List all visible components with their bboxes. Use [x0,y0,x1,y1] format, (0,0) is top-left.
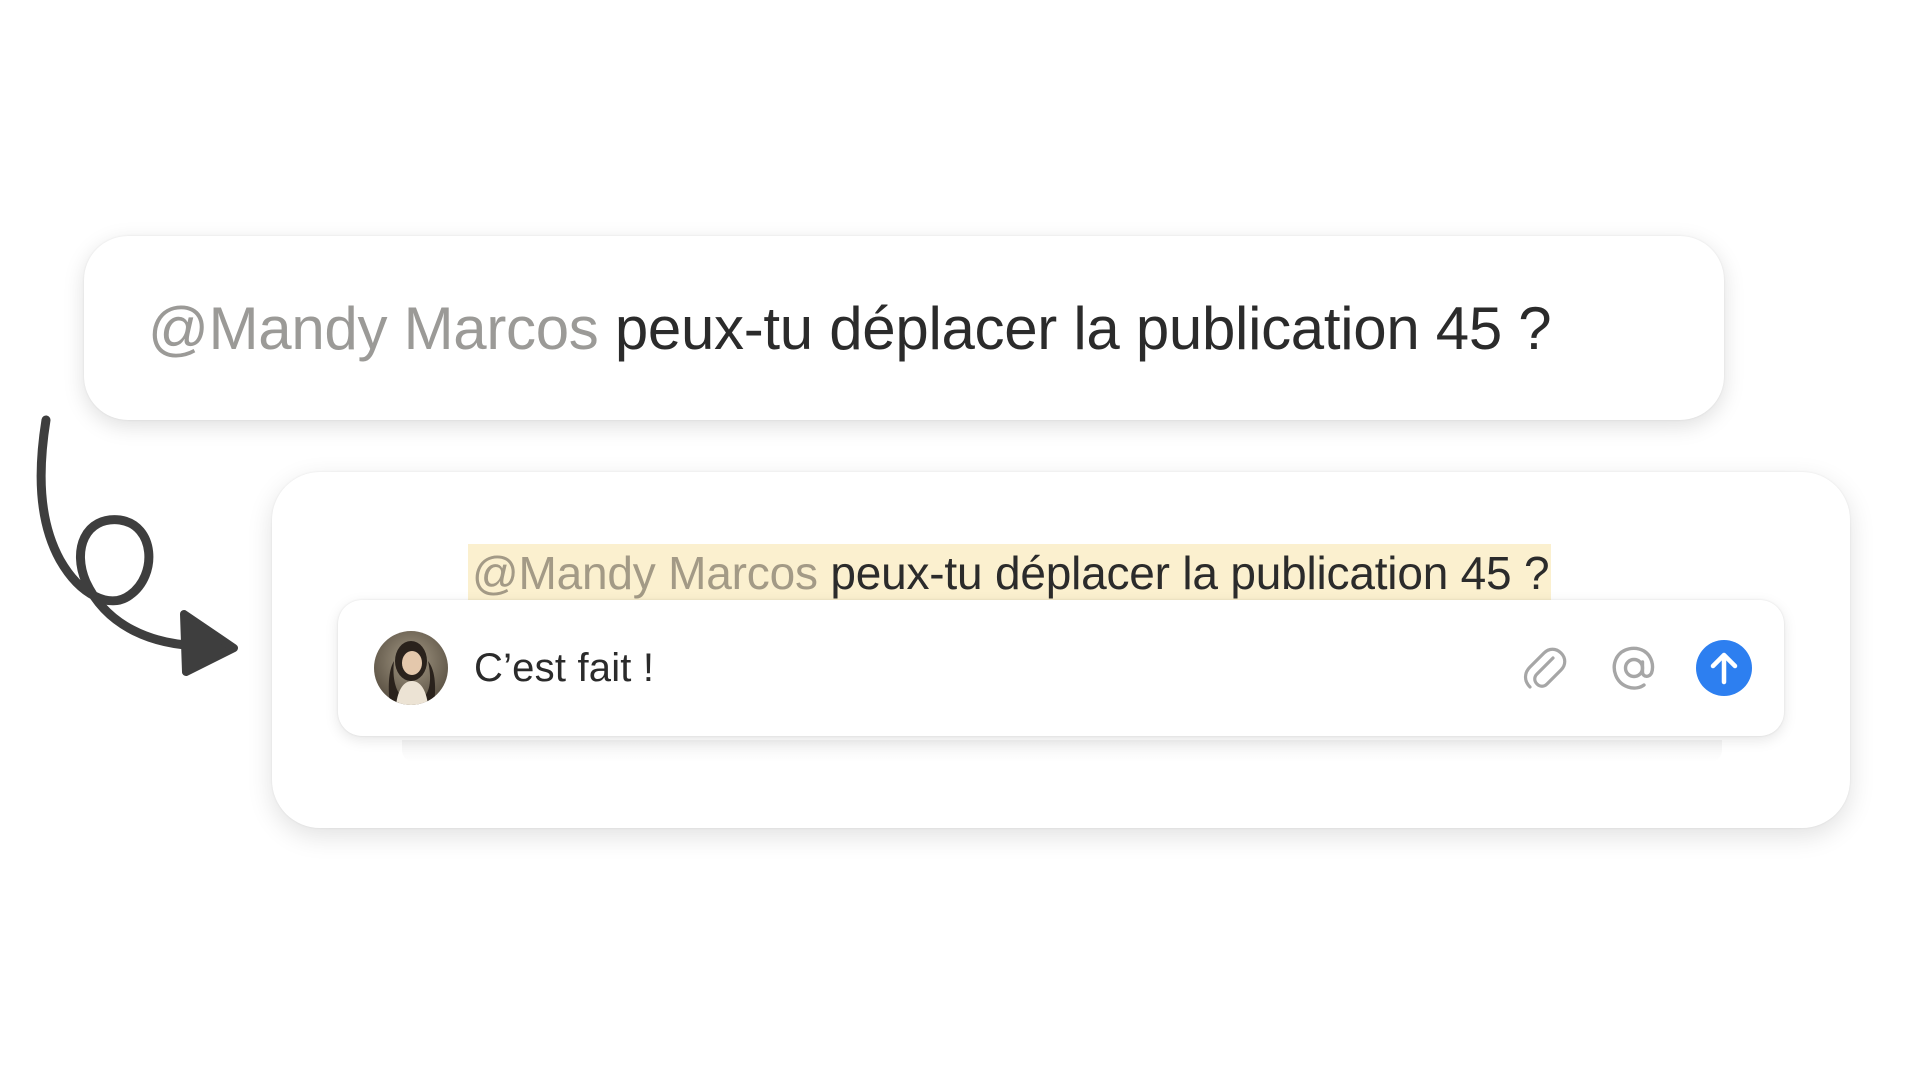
reply-box: C’est fait ! [338,600,1784,736]
avatar [374,631,448,705]
quoted-mention[interactable]: @Mandy Marcos [472,547,818,599]
avatar-image [374,631,448,705]
comment-body: peux-tu déplacer la publication 45 ? [598,294,1552,362]
mention-button[interactable] [1604,638,1664,698]
reply-shadow [402,740,1722,762]
canvas: @Mandy Marcos peux-tu déplacer la public… [0,0,1920,1080]
quoted-comment: @Mandy Marcos peux-tu déplacer la public… [468,544,1552,602]
comment-card: @Mandy Marcos peux-tu déplacer la public… [84,236,1724,420]
reply-input[interactable]: C’est fait ! [474,646,1514,691]
reply-panel: @Mandy Marcos peux-tu déplacer la public… [272,472,1850,828]
attach-button[interactable] [1514,638,1574,698]
at-sign-icon [1612,646,1655,690]
paperclip-icon [1523,647,1567,689]
comment-mention[interactable]: @Mandy Marcos [148,295,599,362]
curly-arrow-icon [36,415,238,676]
comment-text: @Mandy Marcos peux-tu déplacer la public… [148,294,1552,363]
quoted-body: peux-tu déplacer la publication 45 ? [817,547,1550,599]
send-button[interactable] [1694,638,1754,698]
arrow-up-icon [1696,640,1752,696]
